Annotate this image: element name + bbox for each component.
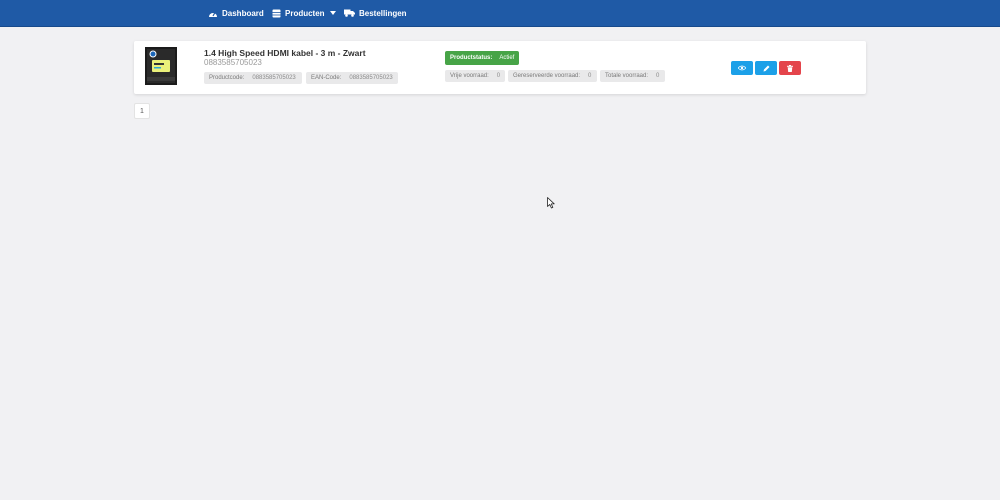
product-title[interactable]: 1.4 High Speed HDMI kabel - 3 m - Zwart — [204, 48, 366, 58]
vrije-voorraad-tag: Vrije voorraad: 0 — [445, 70, 505, 82]
truck-icon — [344, 9, 355, 17]
nav-dashboard[interactable]: Dashboard — [208, 0, 264, 26]
status-value: Actief — [499, 55, 515, 61]
totale-voorraad-tag: Totale voorraad: 0 — [600, 70, 665, 82]
delete-button[interactable] — [779, 61, 801, 75]
status-badge: Productstatus: Actief — [445, 51, 520, 65]
totale-voorraad-label: Totale voorraad: — [605, 73, 649, 79]
box-icon — [272, 9, 281, 17]
ean-tag: EAN-Code: 0883585705023 — [306, 72, 398, 84]
productcode-tag: Productcode: 0883585705023 — [204, 72, 302, 84]
productcode-value: 0883585705023 — [252, 75, 296, 81]
eye-icon — [738, 65, 746, 71]
product-card: 1.4 High Speed HDMI kabel - 3 m - Zwart … — [134, 41, 866, 94]
top-navbar: Dashboard Producten Bestellingen — [0, 0, 1000, 27]
nav-dashboard-label: Dashboard — [222, 8, 264, 18]
ean-label: EAN-Code: — [311, 75, 342, 81]
gereserveerde-voorraad-value: 0 — [588, 73, 592, 79]
nav-producten[interactable]: Producten — [272, 0, 340, 26]
product-thumbnail[interactable] — [145, 47, 177, 85]
chevron-down-icon — [329, 11, 336, 15]
pencil-icon — [763, 65, 769, 71]
totale-voorraad-value: 0 — [656, 73, 660, 79]
product-subtitle: 0883585705023 — [204, 58, 262, 67]
gereserveerde-voorraad-label: Gereserveerde voorraad: — [513, 73, 581, 79]
trash-icon — [787, 64, 793, 72]
status-label: Productstatus: — [450, 55, 493, 61]
productcode-label: Productcode: — [209, 75, 245, 81]
view-button[interactable] — [731, 61, 753, 75]
gereserveerde-voorraad-tag: Gereserveerde voorraad: 0 — [508, 70, 597, 82]
nav-producten-label: Producten — [285, 8, 325, 18]
nav-bestellingen[interactable]: Bestellingen — [344, 0, 407, 26]
vrije-voorraad-value: 0 — [496, 73, 501, 79]
edit-button[interactable] — [755, 61, 777, 75]
mouse-cursor-icon — [547, 197, 555, 209]
pagination-page-1[interactable]: 1 — [134, 103, 150, 119]
vrije-voorraad-label: Vrije voorraad: — [450, 73, 489, 79]
nav-bestellingen-label: Bestellingen — [359, 8, 407, 18]
dashboard-icon — [209, 11, 217, 17]
ean-value: 0883585705023 — [349, 75, 393, 81]
